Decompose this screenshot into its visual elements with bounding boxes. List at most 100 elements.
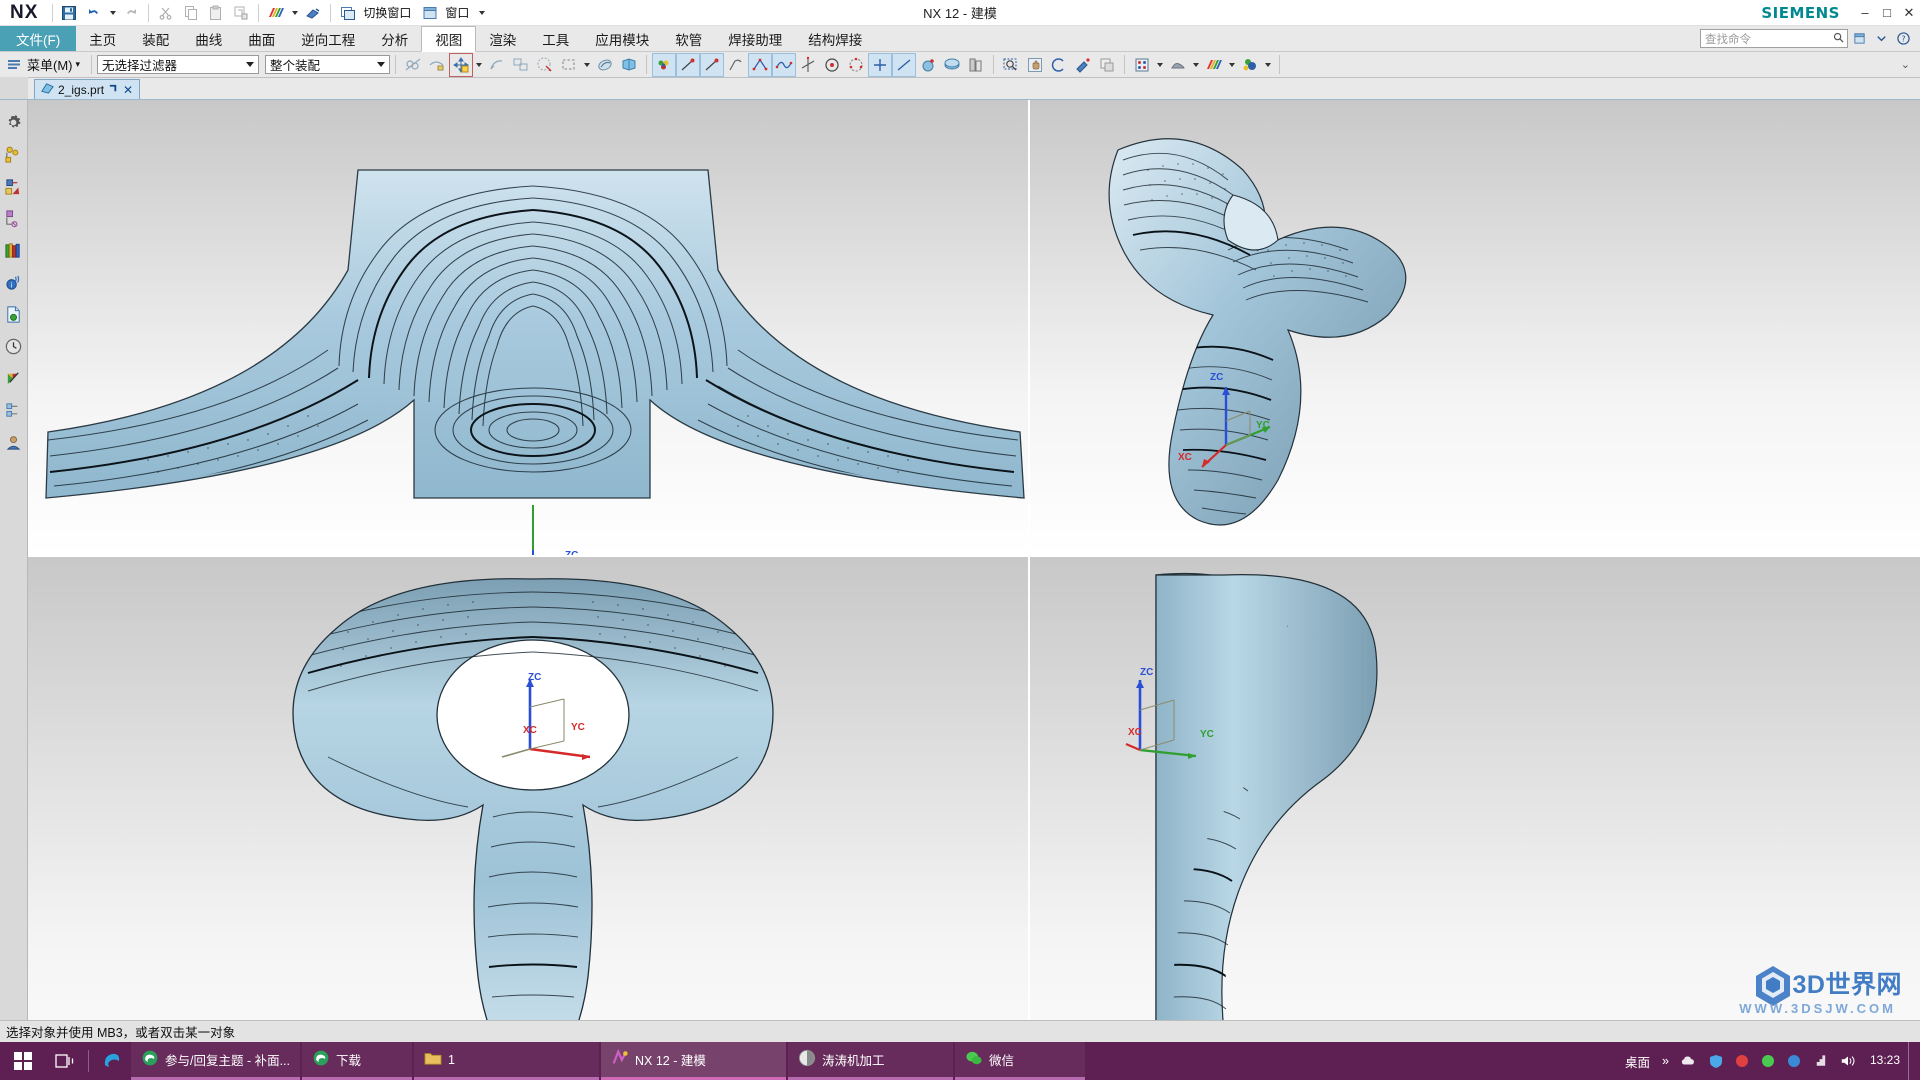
tray-app-red-icon[interactable] bbox=[1729, 1042, 1755, 1080]
chevron-down-icon[interactable] bbox=[373, 56, 389, 73]
broadcast-info-icon[interactable]: i bbox=[0, 266, 28, 298]
restore-icon[interactable] bbox=[1848, 26, 1870, 52]
rainbow2-icon[interactable] bbox=[1202, 53, 1226, 77]
sphere-point-icon[interactable] bbox=[916, 53, 940, 77]
chevron-down-icon[interactable] bbox=[242, 56, 258, 73]
tab-surface[interactable]: 曲面 bbox=[235, 26, 288, 51]
scene-dropdown-arrow[interactable] bbox=[1262, 53, 1274, 77]
assembly-scope-combo[interactable]: 整个装配 bbox=[265, 55, 391, 74]
viewport-top[interactable]: ZC XC YC Z X bbox=[28, 557, 1028, 1020]
true-shading-icon[interactable] bbox=[652, 52, 677, 77]
desktop-label[interactable]: 桌面 bbox=[1619, 1042, 1656, 1080]
taskbar-item-wechat[interactable]: 微信 bbox=[955, 1042, 1086, 1080]
clock-icon[interactable] bbox=[0, 330, 28, 362]
task-view-icon[interactable] bbox=[46, 1042, 84, 1080]
tab-reverse-engineering[interactable]: 逆向工程 bbox=[288, 26, 368, 51]
zoom-area-icon[interactable] bbox=[999, 53, 1023, 77]
display-dropdown-arrow[interactable] bbox=[289, 2, 300, 24]
tab-render[interactable]: 渲染 bbox=[476, 26, 529, 51]
maximize-button[interactable]: □ bbox=[1876, 0, 1898, 26]
move-object-dropdown-arrow[interactable] bbox=[473, 53, 485, 77]
show-hidden-icon[interactable] bbox=[425, 53, 449, 77]
tab-analysis[interactable]: 分析 bbox=[368, 26, 421, 51]
minimize-button[interactable]: – bbox=[1854, 0, 1876, 26]
plus-point-icon[interactable] bbox=[868, 52, 893, 77]
hide-objects-icon[interactable] bbox=[401, 53, 425, 77]
wireframe-icon[interactable] bbox=[724, 53, 748, 77]
taskbar-item-folder-1[interactable]: 1 bbox=[414, 1042, 600, 1080]
layers-icon[interactable] bbox=[964, 53, 988, 77]
books-icon[interactable] bbox=[0, 234, 28, 266]
gear-icon[interactable] bbox=[0, 106, 28, 138]
radius-analysis-icon[interactable] bbox=[820, 53, 844, 77]
rainbow-icon[interactable] bbox=[264, 2, 288, 24]
move-object-icon[interactable] bbox=[449, 52, 474, 77]
chevron-down-icon[interactable] bbox=[1870, 26, 1892, 52]
tray-onedrive-icon[interactable] bbox=[1675, 1042, 1703, 1080]
surface-analysis-icon[interactable] bbox=[772, 52, 797, 77]
edge-browser-icon[interactable] bbox=[93, 1042, 131, 1080]
visual-style-dropdown-arrow[interactable] bbox=[1226, 53, 1238, 77]
taskbar-item-taotao[interactable]: 涛涛机加工 bbox=[788, 1042, 954, 1080]
view-grid-dropdown-arrow[interactable] bbox=[1154, 53, 1166, 77]
zoom-window-icon[interactable] bbox=[557, 53, 581, 77]
save-icon[interactable] bbox=[57, 2, 81, 24]
tab-assembly[interactable]: 装配 bbox=[129, 26, 182, 51]
scene-icon[interactable] bbox=[1238, 53, 1262, 77]
tab-hose[interactable]: 软管 bbox=[662, 26, 715, 51]
search-icon[interactable] bbox=[1833, 32, 1844, 46]
taskbar-item-browser-thread[interactable]: 参与/回复主题 - 补面... bbox=[131, 1042, 301, 1080]
taskbar-clock[interactable]: 13:23 bbox=[1862, 1042, 1908, 1080]
reuse-library-icon[interactable] bbox=[0, 202, 28, 234]
viewport-right[interactable]: ZC XC YC Z Y bbox=[1028, 557, 1920, 1020]
part-navigator-icon[interactable] bbox=[0, 170, 28, 202]
windows-start-icon[interactable] bbox=[0, 1042, 46, 1080]
tab-application-modules[interactable]: 应用模块 bbox=[582, 26, 662, 51]
viewport-trimetric[interactable]: ZC YC XC bbox=[1028, 100, 1920, 555]
tab-home[interactable]: 主页 bbox=[76, 26, 129, 51]
pin-icon[interactable] bbox=[108, 83, 119, 97]
tray-app-blue-icon[interactable] bbox=[1781, 1042, 1807, 1080]
graphics-window[interactable]: ZC YC XC Z X bbox=[28, 100, 1920, 1020]
tray-volume-icon[interactable] bbox=[1834, 1042, 1862, 1080]
background-dropdown-arrow[interactable] bbox=[1190, 53, 1202, 77]
chevron-down-icon[interactable]: ⌄ bbox=[1897, 58, 1914, 71]
show-hidden-icons-button[interactable]: » bbox=[1656, 1042, 1675, 1080]
taskbar-item-nx[interactable]: NX 12 - 建模 bbox=[601, 1042, 787, 1080]
tray-app-green-icon[interactable] bbox=[1755, 1042, 1781, 1080]
paint-icon[interactable] bbox=[1071, 53, 1095, 77]
section-icon[interactable] bbox=[485, 53, 509, 77]
redo-icon[interactable] bbox=[119, 2, 143, 24]
zoom-window-dropdown-arrow[interactable] bbox=[581, 53, 593, 77]
switch-window-button[interactable]: 切换窗口 bbox=[336, 2, 417, 24]
scissors-icon[interactable] bbox=[154, 2, 178, 24]
orbit-icon[interactable] bbox=[1047, 53, 1071, 77]
eraser-icon[interactable] bbox=[301, 2, 325, 24]
viewport-front[interactable]: ZC YC XC Z X bbox=[28, 100, 1028, 555]
close-icon[interactable]: ✕ bbox=[123, 83, 133, 97]
tab-tools[interactable]: 工具 bbox=[529, 26, 582, 51]
tab-view[interactable]: 视图 bbox=[421, 26, 477, 52]
window-button[interactable]: 窗口 bbox=[418, 2, 475, 24]
menu-button[interactable]: 菜单(M) ▾ bbox=[4, 55, 86, 74]
hand-icon[interactable] bbox=[1023, 53, 1047, 77]
tray-shield-icon[interactable] bbox=[1703, 1042, 1729, 1080]
selection-filter-combo[interactable]: 无选择过滤器 bbox=[97, 55, 260, 74]
undo-icon[interactable] bbox=[82, 2, 106, 24]
part-tab-2-igs[interactable]: 2_igs.prt ✕ bbox=[34, 79, 141, 99]
show-desktop-button[interactable] bbox=[1908, 1042, 1916, 1080]
copy-icon[interactable] bbox=[179, 2, 203, 24]
paste-icon[interactable] bbox=[204, 2, 228, 24]
constraint-navigator-icon[interactable] bbox=[0, 138, 28, 170]
viewport-divider-horizontal[interactable] bbox=[28, 555, 1920, 557]
fit-view-icon[interactable] bbox=[533, 53, 557, 77]
view-grid-icon[interactable] bbox=[1130, 53, 1154, 77]
search-input[interactable]: 查找命令 bbox=[1700, 29, 1848, 48]
tray-network-icon[interactable] bbox=[1807, 1042, 1834, 1080]
viewport-divider-vertical[interactable] bbox=[1028, 100, 1030, 1020]
tab-structural-welding[interactable]: 结构焊接 bbox=[795, 26, 875, 51]
datum-plane-icon[interactable] bbox=[796, 53, 820, 77]
tab-weld-assistant[interactable]: 焊接助理 bbox=[715, 26, 795, 51]
close-button[interactable]: ✕ bbox=[1898, 0, 1920, 26]
studio-style-icon[interactable] bbox=[700, 52, 725, 77]
